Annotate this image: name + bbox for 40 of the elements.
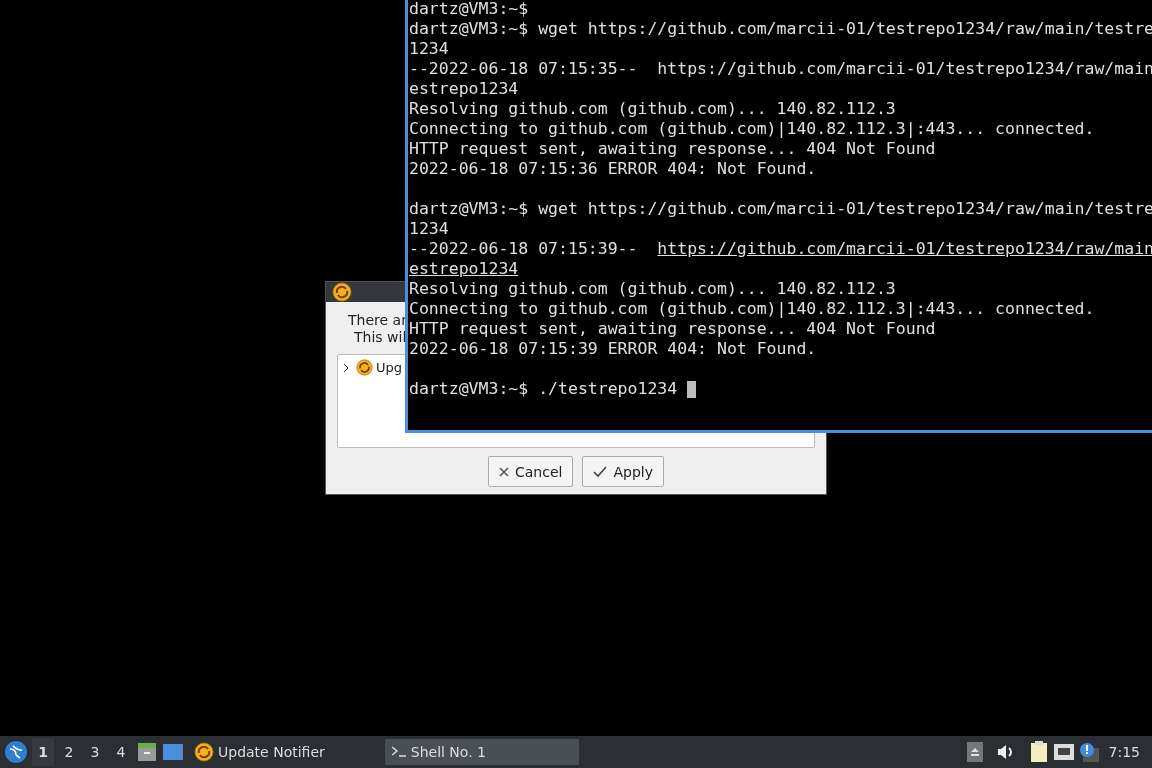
window-icon[interactable] [162, 742, 184, 762]
terminal-line: 1234 [409, 219, 449, 239]
terminal-line: Resolving github.com (github.com)... 140.82.112.3 [409, 279, 896, 299]
file-cabinet-icon[interactable] [136, 741, 158, 763]
terminal-line: --2022-06-18 07:15:39-- [409, 239, 639, 259]
terminal-line: dartz@VM3:~$ ./testrepo1234 [409, 379, 679, 399]
start-menu-icon[interactable] [4, 740, 28, 764]
cancel-button[interactable]: Cancel [488, 456, 574, 487]
update-icon [332, 282, 352, 302]
terminal-line: --2022-06-18 07:15:35-- https://github.com/marcii-01/testrepo1234/raw/main [409, 59, 1152, 79]
eject-icon[interactable] [966, 742, 983, 762]
terminal-line: 2022-06-18 07:15:39 ERROR 404: Not Found. [409, 339, 817, 359]
workspace-button[interactable]: 1 [32, 738, 54, 766]
terminal-line: 2022-06-18 07:15:36 ERROR 404: Not Found. [409, 159, 817, 179]
clock: 7:15 [1108, 744, 1140, 760]
workspace-button[interactable]: 4 [110, 738, 132, 766]
close-icon [499, 466, 509, 477]
check-icon [593, 465, 608, 478]
notification-icon[interactable] [1078, 742, 1099, 762]
terminal-line: Resolving github.com (github.com)... 140.82.112.3 [409, 99, 896, 119]
update-icon [194, 742, 214, 762]
terminal-line: Connecting to github.com (github.com)|140.82.112.3|:443... connected. [409, 119, 1095, 139]
workspace-button[interactable]: 3 [84, 738, 106, 766]
terminal-link[interactable]: estrepo1234 [409, 259, 519, 279]
terminal-line: HTTP request sent, awaiting response... 404 Not Found [409, 319, 936, 339]
terminal-link[interactable]: https://github.com/marcii-01/testrepo1234/raw/main [657, 239, 1152, 259]
taskbar-task[interactable]: Shell No. 1 [384, 739, 579, 765]
terminal-line: dartz@VM3:~$ [409, 0, 529, 19]
terminal-line: HTTP request sent, awaiting response... 404 Not Found [409, 139, 936, 159]
terminal-line: Connecting to github.com (github.com)|140.82.112.3|:443... connected. [409, 299, 1095, 319]
tree-item-label[interactable]: Upg [376, 360, 403, 375]
dialog-message: This wil [354, 329, 407, 346]
terminal-icon [390, 746, 407, 758]
workspace-button[interactable]: 2 [58, 738, 80, 766]
taskbar-task[interactable]: Update Notifier [188, 739, 331, 765]
update-icon [356, 359, 373, 376]
terminal-line: 1234 [409, 39, 449, 59]
terminal-line: estrepo1234 [409, 79, 519, 99]
apply-button[interactable]: Apply [582, 456, 664, 487]
clipboard-icon[interactable] [1028, 741, 1049, 763]
